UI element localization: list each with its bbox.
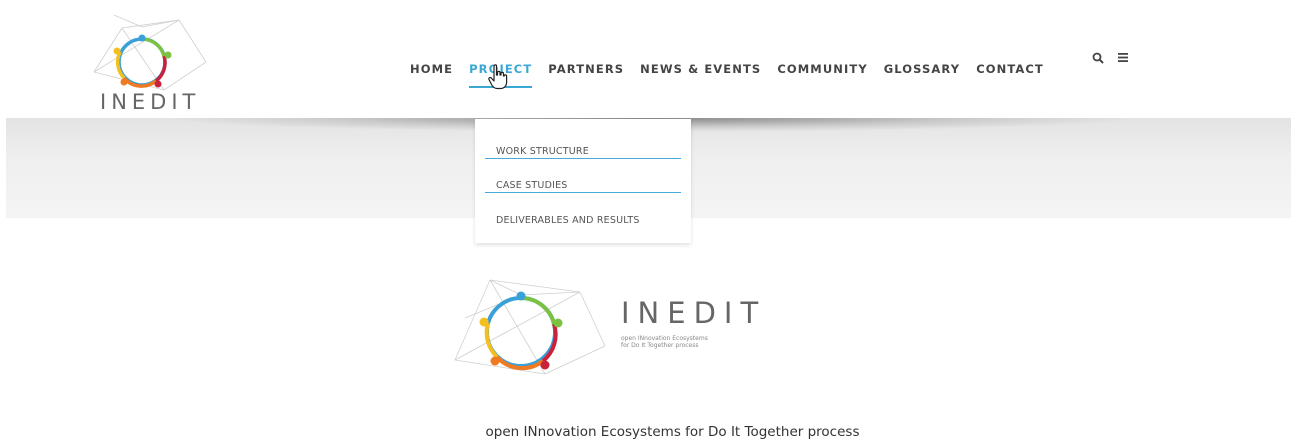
site-logo[interactable]: INEDIT	[84, 10, 214, 116]
dropdown-item-deliverables[interactable]: DELIVERABLES AND RESULTS	[485, 195, 681, 228]
logo-mark-icon	[93, 14, 207, 91]
nav-news-events[interactable]: NEWS & EVENTS	[640, 62, 761, 76]
hero-tagline: open INnovation Ecosystems for Do It Tog…	[485, 424, 860, 440]
nav-glossary[interactable]: GLOSSARY	[884, 62, 960, 76]
nav-partners[interactable]: PARTNERS	[548, 62, 624, 76]
nav-home[interactable]: HOME	[410, 62, 453, 76]
logo-mark-large-icon	[454, 279, 606, 375]
hand-cursor-icon	[488, 64, 508, 90]
dropdown-item-case-studies[interactable]: CASE STUDIES	[485, 160, 681, 193]
menu-icon[interactable]	[1118, 52, 1129, 67]
hero-logo-subtitle: open INnovation Ecosystems for Do It Tog…	[621, 335, 731, 349]
search-icon[interactable]	[1092, 52, 1104, 67]
hero-logo: INEDIT open INnovation Ecosystems for Do…	[445, 268, 775, 386]
nav-icons	[1092, 52, 1129, 67]
hero-logo-subtitle-line2: for Do It Together process	[621, 342, 699, 349]
site-header: INEDIT HOME PROJECT PARTNERS NEWS & EVEN…	[0, 0, 1291, 118]
dropdown-item-work-structure[interactable]: WORK STRUCTURE	[485, 126, 681, 159]
hero-logo-text: INEDIT	[621, 296, 767, 330]
logo-text: INEDIT	[100, 90, 201, 114]
nav-community[interactable]: COMMUNITY	[777, 62, 867, 76]
project-dropdown-menu: WORK STRUCTURE CASE STUDIES DELIVERABLES…	[475, 119, 691, 243]
hero-logo-subtitle-line1: open INnovation Ecosystems	[621, 335, 708, 342]
nav-contact[interactable]: CONTACT	[976, 62, 1044, 76]
